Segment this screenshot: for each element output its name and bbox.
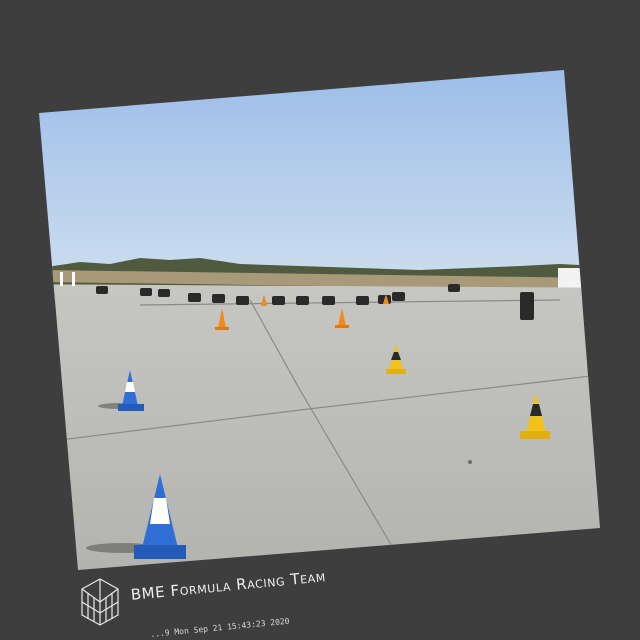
sky (39, 70, 600, 300)
building (558, 268, 588, 288)
cube-lattice-icon (81, 578, 119, 626)
photo-frame (39, 70, 600, 570)
stage: BME Formula Racing Team ...9 Mon Sep 21 … (0, 0, 640, 640)
photo (39, 70, 600, 570)
debris (468, 460, 472, 464)
